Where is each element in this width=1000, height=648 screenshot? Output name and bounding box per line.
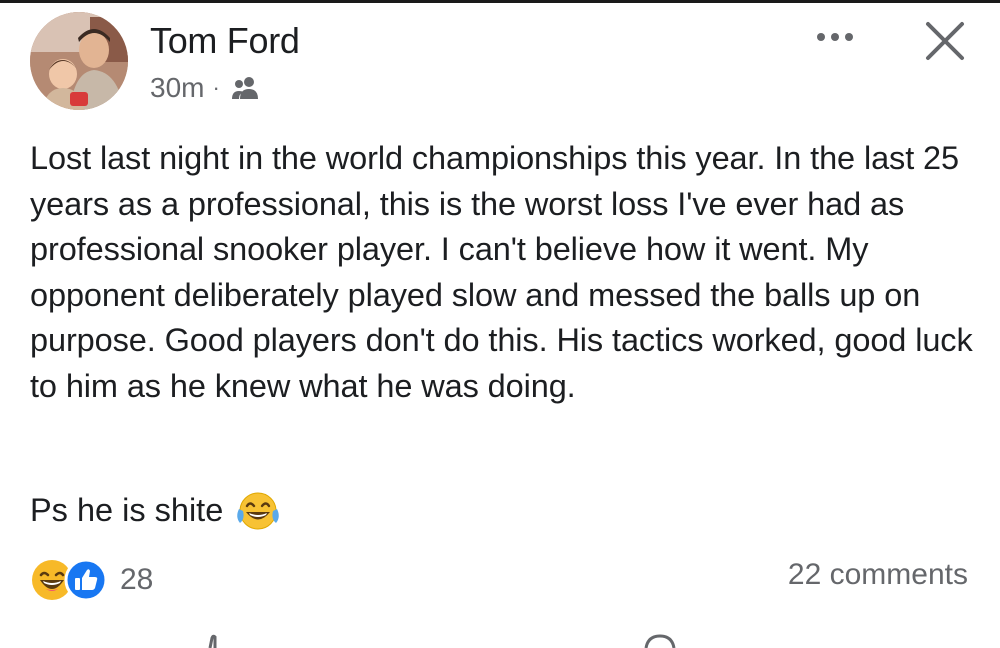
post-text: Lost last night in the world championshi… [30,140,973,404]
avatar[interactable] [30,12,128,110]
window-top-border [0,0,1000,3]
post-ps-text: Ps he is shite [30,492,224,528]
meta-separator: · [212,75,220,100]
like-action-icon[interactable] [196,632,226,648]
like-reaction-icon [64,558,108,602]
reaction-count: 28 [120,563,154,596]
post-body: Lost last night in the world championshi… [30,136,980,409]
reactions-summary[interactable]: 28 [30,555,153,605]
comment-action-icon[interactable] [640,632,680,648]
friends-icon[interactable] [230,75,260,101]
post-timestamp[interactable]: 30m [150,72,204,104]
close-button[interactable] [922,18,968,64]
tears-of-joy-emoji-icon [235,489,281,533]
close-icon [926,22,964,60]
post-ps-line: Ps he is shite [30,488,281,533]
author-name[interactable]: Tom Ford [150,20,300,62]
more-options-button[interactable] [812,22,858,52]
post-meta: 30m · [150,70,260,106]
comments-count-link[interactable]: 22 comments [788,558,968,592]
